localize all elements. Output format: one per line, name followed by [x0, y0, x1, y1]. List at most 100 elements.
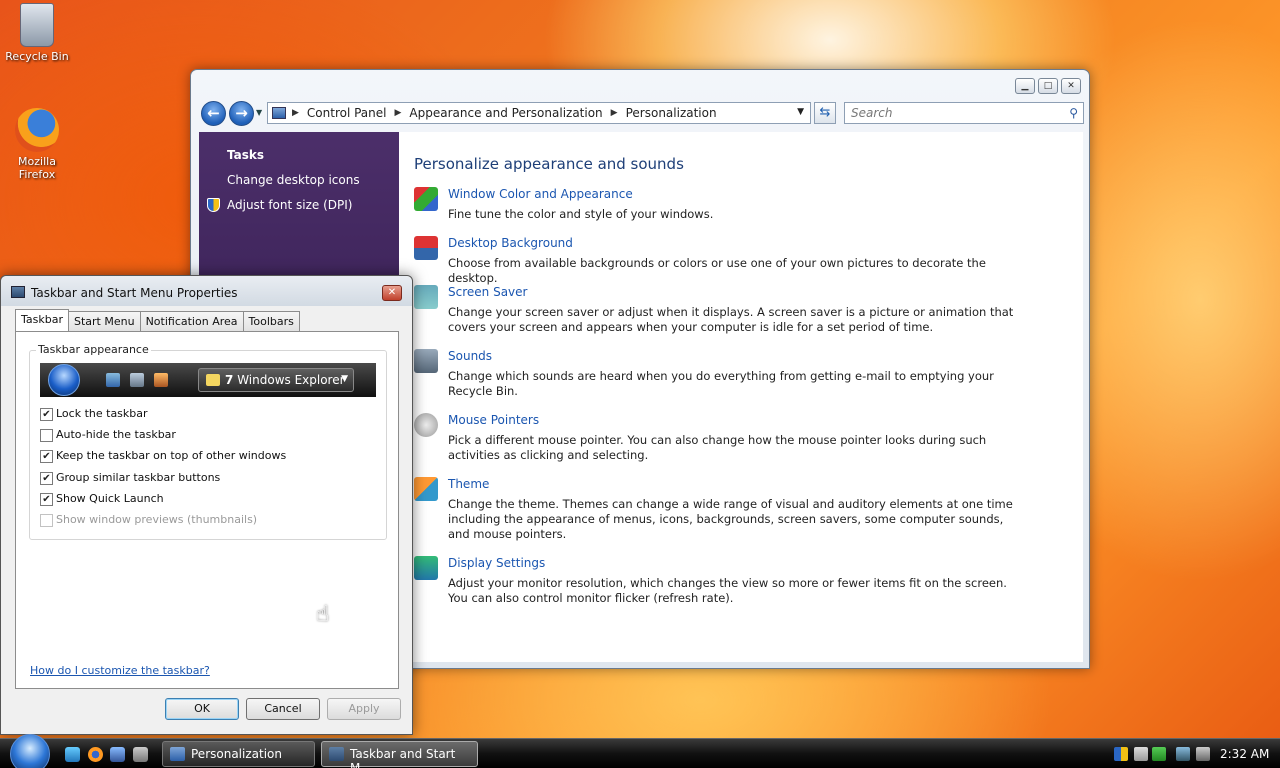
start-button[interactable]	[10, 734, 50, 768]
tab-taskbar[interactable]: Taskbar	[15, 309, 69, 331]
control-panel-icon	[170, 747, 185, 761]
item-description: Pick a different mouse pointer. You can …	[448, 433, 987, 462]
group-label: Taskbar appearance	[36, 343, 151, 356]
screen-saver-icon	[414, 285, 438, 309]
firefox-icon	[15, 108, 59, 152]
address-bar[interactable]: ▶ Control Panel ▶ Appearance and Persona…	[267, 102, 811, 124]
checkbox-box	[40, 513, 53, 527]
dialog-tabs: Taskbar Start Menu Notification Area Too…	[15, 309, 300, 331]
chevron-down-icon: ▼	[341, 374, 348, 384]
recent-pages-chevron-icon[interactable]: ▼	[256, 108, 262, 117]
list-item: Theme Change the theme. Themes can chang…	[414, 477, 1014, 542]
checkbox-box[interactable]	[40, 428, 53, 442]
close-icon: ✕	[387, 287, 397, 298]
checkbox-show-quick-launch[interactable]: ✔ Show Quick Launch	[40, 492, 164, 506]
ok-button[interactable]: OK	[165, 698, 239, 720]
link-window-color[interactable]: Window Color and Appearance	[448, 187, 1014, 202]
tab-start-menu[interactable]: Start Menu	[68, 311, 141, 331]
sidebar-link-adjust-font-size[interactable]: Adjust font size (DPI)	[227, 198, 352, 212]
theme-icon	[414, 477, 438, 501]
switch-windows-icon[interactable]	[133, 747, 148, 762]
search-icon[interactable]: ⚲	[1069, 106, 1078, 120]
checkbox-lock-taskbar[interactable]: ✔ Lock the taskbar	[40, 407, 148, 421]
taskbar-item-personalization[interactable]: Personalization	[162, 741, 315, 767]
network-icon[interactable]	[1176, 747, 1190, 761]
windows-update-icon[interactable]	[1152, 747, 1166, 761]
link-desktop-background[interactable]: Desktop Background	[448, 236, 1014, 251]
show-desktop-icon[interactable]	[110, 747, 125, 762]
item-description: Change the theme. Themes can change a wi…	[448, 497, 1013, 541]
list-item: Window Color and Appearance Fine tune th…	[414, 187, 1014, 222]
breadcrumb-appearance[interactable]: Appearance and Personalization	[409, 106, 602, 120]
list-item: Mouse Pointers Pick a different mouse po…	[414, 413, 1014, 463]
checkbox-window-previews: Show window previews (thumbnails)	[40, 513, 257, 527]
desktop-icon-firefox[interactable]: Mozilla Firefox	[0, 108, 74, 181]
sidebar-link-change-desktop-icons[interactable]: Change desktop icons	[227, 173, 360, 187]
close-button[interactable]: ✕	[1061, 78, 1081, 94]
address-row: ← → ▼ ▶ Control Panel ▶ Appearance and P…	[199, 100, 1084, 128]
taskbar-preview: 7 Windows Explorer ▼	[40, 363, 376, 397]
dialog-titlebar[interactable]: Taskbar and Start Menu Properties ✕	[1, 276, 412, 306]
dialog-close-button[interactable]: ✕	[382, 285, 402, 301]
item-description: Choose from available backgrounds or col…	[448, 256, 986, 285]
firefox-icon[interactable]	[88, 747, 103, 762]
quick-launch-icon	[154, 373, 168, 387]
breadcrumb-control-panel[interactable]: Control Panel	[307, 106, 387, 120]
checkbox-label: Group similar taskbar buttons	[56, 471, 221, 484]
list-item: Desktop Background Choose from available…	[414, 236, 1014, 286]
window-color-icon	[414, 187, 438, 211]
back-button[interactable]: ←	[201, 101, 226, 126]
clock[interactable]: 2:32 AM	[1220, 747, 1269, 761]
link-mouse-pointers[interactable]: Mouse Pointers	[448, 413, 1014, 428]
search-input[interactable]: Search ⚲	[844, 102, 1084, 124]
desktop-icon-label: Mozilla Firefox	[18, 155, 56, 181]
page-title: Personalize appearance and sounds	[414, 155, 684, 173]
link-theme[interactable]: Theme	[448, 477, 1014, 492]
help-link[interactable]: How do I customize the taskbar?	[30, 664, 210, 677]
refresh-button[interactable]: ⇆	[814, 102, 836, 124]
checkbox-box[interactable]: ✔	[40, 407, 53, 421]
item-description: Change your screen saver or adjust when …	[448, 305, 1014, 334]
internet-explorer-icon[interactable]	[65, 747, 80, 762]
desktop-icon-recycle-bin[interactable]: Recycle Bin	[0, 3, 74, 63]
main-content: Personalize appearance and sounds Window…	[399, 132, 1083, 662]
switch-windows-icon	[130, 373, 144, 387]
volume-muted-icon[interactable]	[1196, 747, 1210, 761]
taskbar-item-taskbar-properties[interactable]: Taskbar and Start M...	[321, 741, 478, 768]
link-sounds[interactable]: Sounds	[448, 349, 1014, 364]
tab-notification-area[interactable]: Notification Area	[139, 311, 244, 331]
group-label-preview: Windows Explorer	[237, 373, 345, 387]
item-description: Fine tune the color and style of your wi…	[448, 207, 714, 221]
defender-icon[interactable]	[1134, 747, 1148, 761]
address-dropdown-icon[interactable]: ▼	[797, 107, 804, 117]
forward-button[interactable]: →	[229, 101, 254, 126]
security-shield-icon[interactable]	[1114, 747, 1128, 761]
item-description: Adjust your monitor resolution, which ch…	[448, 576, 1007, 605]
checkbox-box[interactable]: ✔	[40, 449, 53, 463]
dialog-title: Taskbar and Start Menu Properties	[31, 286, 238, 300]
maximize-button[interactable]: □	[1038, 78, 1058, 94]
show-desktop-icon	[106, 373, 120, 387]
taskbar-properties-icon	[11, 286, 25, 298]
tab-toolbars[interactable]: Toolbars	[242, 311, 300, 331]
checkbox-label: Lock the taskbar	[56, 407, 148, 420]
checkbox-label: Show Quick Launch	[56, 492, 164, 505]
window-controls: ▁ □ ✕	[1015, 78, 1081, 94]
breadcrumb-separator-icon: ▶	[610, 108, 618, 118]
list-item: Sounds Change which sounds are heard whe…	[414, 349, 1014, 399]
minimize-button[interactable]: ▁	[1015, 78, 1035, 94]
checkbox-label: Keep the taskbar on top of other windows	[56, 449, 287, 462]
shield-icon	[207, 198, 220, 212]
link-screen-saver[interactable]: Screen Saver	[448, 285, 1014, 300]
checkbox-auto-hide[interactable]: Auto-hide the taskbar	[40, 428, 176, 442]
taskbar: Personalization Taskbar and Start M... 2…	[0, 734, 1280, 768]
link-display-settings[interactable]: Display Settings	[448, 556, 1014, 571]
list-item: Screen Saver Change your screen saver or…	[414, 285, 1014, 335]
checkbox-box[interactable]: ✔	[40, 492, 53, 506]
cancel-button[interactable]: Cancel	[246, 698, 320, 720]
checkbox-box[interactable]: ✔	[40, 471, 53, 485]
checkbox-keep-on-top[interactable]: ✔ Keep the taskbar on top of other window…	[40, 449, 286, 463]
breadcrumb-personalization[interactable]: Personalization	[626, 106, 717, 120]
checkbox-group-buttons[interactable]: ✔ Group similar taskbar buttons	[40, 471, 220, 485]
checkbox-label: Show window previews (thumbnails)	[56, 513, 258, 526]
